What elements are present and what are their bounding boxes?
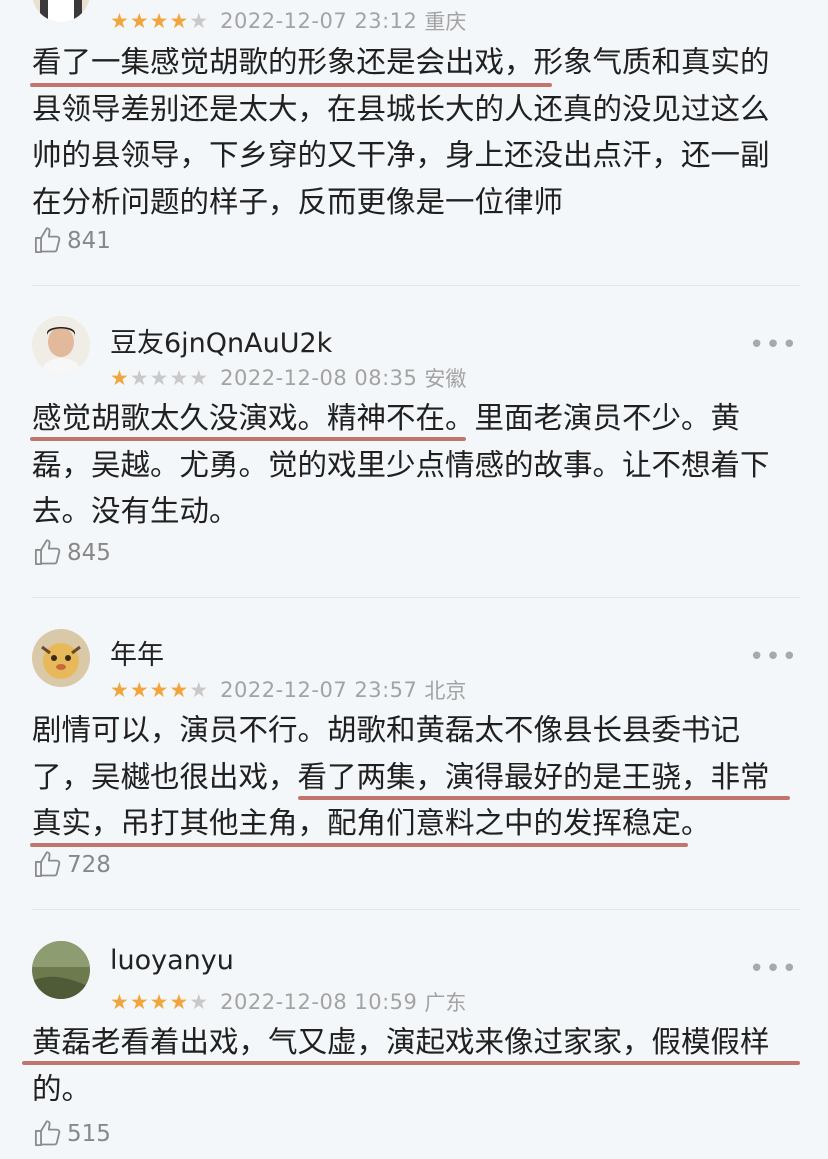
star-icon: ★ <box>129 9 149 33</box>
like-count: 515 <box>67 1120 111 1147</box>
star-icon: ★ <box>169 990 189 1014</box>
star-icon: ★ <box>169 9 189 33</box>
star-icon: ★ <box>149 366 169 390</box>
comment-line: 的。 <box>32 1071 92 1106</box>
comment-text: 黄磊老看着出戏，气又虚，演起戏来像过家家，假模假样 的。 <box>32 1019 802 1112</box>
like-button[interactable]: 841 <box>32 225 111 256</box>
rating-meta: ★ ★ ★ ★ ★ 2022-12-07 23:12 重庆 <box>110 6 466 36</box>
star-icon: ★ <box>149 990 169 1014</box>
comment-line: 感觉胡歌太久没演戏。精神不在。里面老演员不少。黄 <box>32 401 741 435</box>
avatar[interactable] <box>32 941 90 999</box>
more-options-icon[interactable]: ••• <box>749 332 798 358</box>
comment-date: 2022-12-08 08:35 <box>220 366 418 390</box>
comment-line: 了，吴樾也很出戏，看了两集，演得最好的是王骁，非常 <box>32 759 770 794</box>
star-rating: ★ ★ ★ ★ ★ <box>110 991 208 1013</box>
rating-meta: ★ ★ ★ ★ ★ 2022-12-08 08:35 安徽 <box>110 363 466 393</box>
comment-text: 看了一集感觉胡歌的形象还是会出戏，形象气质和真实的 县领导差别还是太大，在县城长… <box>32 39 802 225</box>
comment-line: 真实，吊打其他主角，配角们意料之中的发挥稳定。 <box>32 806 711 840</box>
comment-line: 县领导差别还是太大，在县城长大的人还真的没见过这么 <box>32 91 770 126</box>
comment-line: 磊，吴越。尤勇。觉的戏里少点情感的故事。让不想着下 <box>32 447 770 482</box>
comment-location: 重庆 <box>424 10 467 34</box>
star-icon: ★ <box>149 9 169 33</box>
star-icon: ★ <box>189 678 209 702</box>
star-icon: ★ <box>189 366 209 390</box>
username[interactable]: luoyanyu <box>110 945 234 976</box>
username[interactable]: 年年 <box>110 633 164 672</box>
highlight-underline <box>298 796 790 800</box>
avatar[interactable] <box>32 316 90 374</box>
star-icon: ★ <box>129 678 149 702</box>
highlight-underline <box>30 83 552 87</box>
username[interactable]: 豆友6jnQnAuU2k <box>110 321 332 360</box>
like-count: 845 <box>67 539 111 566</box>
star-icon: ★ <box>110 9 129 33</box>
star-icon: ★ <box>169 366 189 390</box>
divider <box>32 285 800 286</box>
highlight-underline <box>30 437 466 441</box>
star-icon: ★ <box>110 366 129 390</box>
like-button[interactable]: 515 <box>32 1118 111 1149</box>
thumbs-up-icon <box>34 539 61 566</box>
rating-meta: ★ ★ ★ ★ ★ 2022-12-08 10:59 广东 <box>110 987 466 1017</box>
star-rating: ★ ★ ★ ★ ★ <box>110 367 208 389</box>
star-icon: ★ <box>129 990 149 1014</box>
comment-date: 2022-12-07 23:12 <box>220 9 418 33</box>
like-count: 841 <box>67 227 111 254</box>
thumbs-up-icon <box>34 1120 61 1147</box>
thumbs-up-icon <box>34 851 61 878</box>
comment-location: 北京 <box>424 679 467 703</box>
comment-line: 看了一集感觉胡歌的形象还是会出戏，形象气质和真实的 <box>32 45 770 79</box>
like-button[interactable]: 728 <box>32 849 111 880</box>
thumbs-up-icon <box>34 227 61 254</box>
star-icon: ★ <box>169 678 189 702</box>
comment-line: 黄磊老看着出戏，气又虚，演起戏来像过家家，假模假样 <box>32 1025 770 1059</box>
like-count: 728 <box>67 851 111 878</box>
rating-meta: ★ ★ ★ ★ ★ 2022-12-07 23:57 北京 <box>110 675 466 705</box>
comment-date: 2022-12-08 10:59 <box>220 990 418 1014</box>
comment-location: 安徽 <box>424 367 467 391</box>
star-rating: ★ ★ ★ ★ ★ <box>110 10 208 32</box>
star-icon: ★ <box>149 678 169 702</box>
comment-text: 剧情可以，演员不行。胡歌和黄磊太不像县长县委书记 了，吴樾也很出戏，看了两集，演… <box>32 707 802 847</box>
avatar[interactable] <box>32 0 90 22</box>
star-rating: ★ ★ ★ ★ ★ <box>110 679 208 701</box>
star-icon: ★ <box>110 990 129 1014</box>
comment-location: 广东 <box>424 991 467 1015</box>
star-icon: ★ <box>189 9 209 33</box>
star-icon: ★ <box>189 990 209 1014</box>
highlight-underline <box>30 843 688 847</box>
comment-line: 剧情可以，演员不行。胡歌和黄磊太不像县长县委书记 <box>32 713 741 747</box>
star-icon: ★ <box>129 366 149 390</box>
divider <box>32 597 800 598</box>
comment-line: 在分析问题的样子，反而更像是一位律师 <box>32 184 564 219</box>
star-icon: ★ <box>110 678 129 702</box>
more-options-icon[interactable]: ••• <box>749 644 798 670</box>
comment-text: 感觉胡歌太久没演戏。精神不在。里面老演员不少。黄 磊，吴越。尤勇。觉的戏里少点情… <box>32 395 802 535</box>
avatar[interactable] <box>32 629 90 687</box>
highlight-underline <box>22 1061 800 1065</box>
divider <box>32 909 800 910</box>
like-button[interactable]: 845 <box>32 537 111 568</box>
comment-date: 2022-12-07 23:57 <box>220 678 418 702</box>
comment-line: 帅的县领导，下乡穿的又干净，身上还没出点汗，还一副 <box>32 138 770 172</box>
more-options-icon[interactable]: ••• <box>749 956 798 982</box>
comment-line: 去。没有生动。 <box>32 494 239 528</box>
